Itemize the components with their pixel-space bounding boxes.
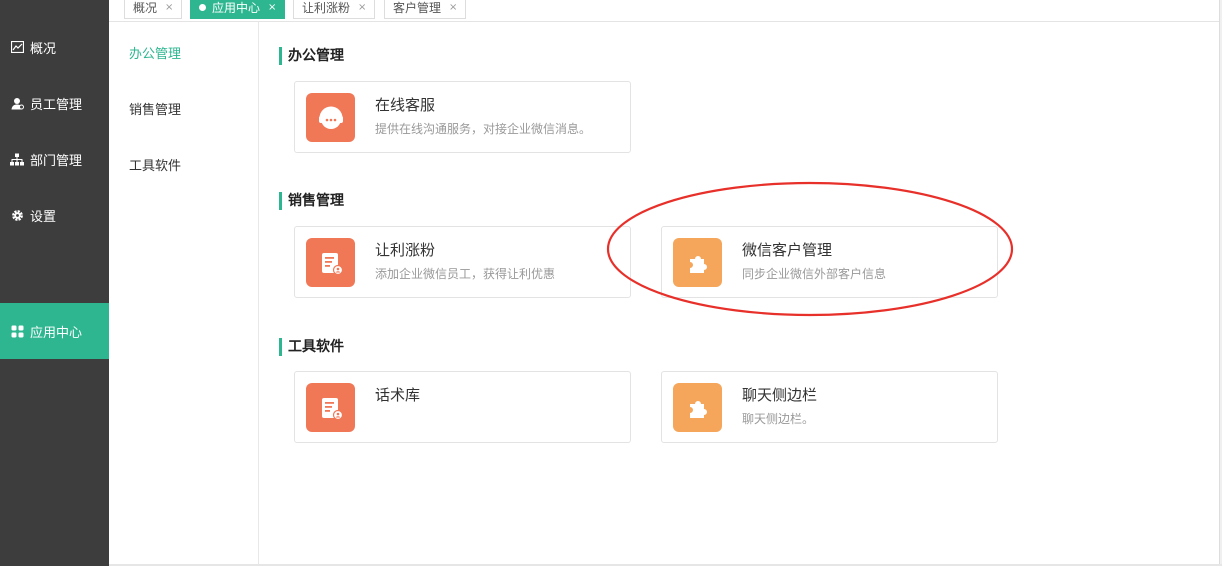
user-icon [10,96,24,110]
apps-icon [10,324,24,338]
tab-label: 让利涨粉 [302,1,351,15]
app-card-wechat-customer[interactable]: 微信客户管理 同步企业微信外部客户信息 [661,226,998,298]
section-title-tools: 工具软件 [279,338,344,356]
category-menu: 办公管理 销售管理 工具软件 [109,22,259,566]
tab-bar: 概况 × 应用中心 × 让利涨粉 × 客户管理 × [109,0,1222,22]
section-title-sales: 销售管理 [279,192,344,210]
org-chart-icon [10,152,24,166]
close-icon[interactable]: × [268,2,276,13]
close-icon[interactable]: × [165,2,173,13]
sidebar-item-staff[interactable]: 员工管理 [0,75,109,131]
sidebar-item-settings[interactable]: 设置 [0,187,109,243]
sidebar-item-label: 概况 [30,41,57,57]
tab-overview[interactable]: 概况 × [124,0,183,19]
tab-profit-fans[interactable]: 让利涨粉 × [293,0,376,19]
sidebar-item-label: 设置 [30,209,57,225]
app-card-description: 同步企业微信外部客户信息 [742,267,887,281]
sidebar-item-label: 部门管理 [30,153,83,169]
tab-label: 概况 [133,1,158,15]
app-card-chat-sidebar[interactable]: 聊天侧边栏 聊天侧边栏。 [661,371,998,443]
puzzle-icon [673,238,722,287]
app-card-title: 在线客服 [375,96,436,114]
app-card-description: 聊天侧边栏。 [742,412,815,426]
puzzle-icon [673,383,722,432]
close-icon[interactable]: × [449,2,457,13]
submenu-item-office[interactable]: 办公管理 [129,43,181,62]
tab-app-center[interactable]: 应用中心 × [190,0,286,19]
document-user-icon [306,238,355,287]
sidebar-item-app-center[interactable]: 应用中心 [0,303,109,359]
left-sidebar: 概况 员工管理 部门管理 设置 应用中心 [0,0,109,566]
gear-icon [10,208,24,222]
submenu-item-tools[interactable]: 工具软件 [129,155,181,174]
active-dot-icon [199,4,206,11]
sidebar-item-label: 应用中心 [30,325,83,341]
tab-customer-management[interactable]: 客户管理 × [384,0,467,19]
app-card-title: 聊天侧边栏 [742,386,818,404]
sidebar-item-overview[interactable]: 概况 [0,19,109,75]
chart-icon [10,40,24,54]
section-title-office: 办公管理 [279,47,344,65]
tab-label: 应用中心 [212,1,261,15]
document-user-icon [306,383,355,432]
app-card-title: 让利涨粉 [375,241,436,259]
app-card-description: 添加企业微信员工，获得让利优惠 [375,267,556,281]
app-card-profit-fans[interactable]: 让利涨粉 添加企业微信员工，获得让利优惠 [294,226,631,298]
app-card-description: 提供在线沟通服务，对接企业微信消息。 [375,122,592,136]
close-icon[interactable]: × [358,2,366,13]
app-card-online-service[interactable]: 在线客服 提供在线沟通服务，对接企业微信消息。 [294,81,631,153]
sidebar-item-department[interactable]: 部门管理 [0,131,109,187]
sidebar-item-label: 员工管理 [30,97,83,113]
headset-icon [306,93,355,142]
app-card-script-library[interactable]: 话术库 [294,371,631,443]
submenu-item-sales[interactable]: 销售管理 [129,99,181,118]
app-card-title: 微信客户管理 [742,241,833,259]
tab-label: 客户管理 [393,1,442,15]
app-card-title: 话术库 [375,386,421,404]
